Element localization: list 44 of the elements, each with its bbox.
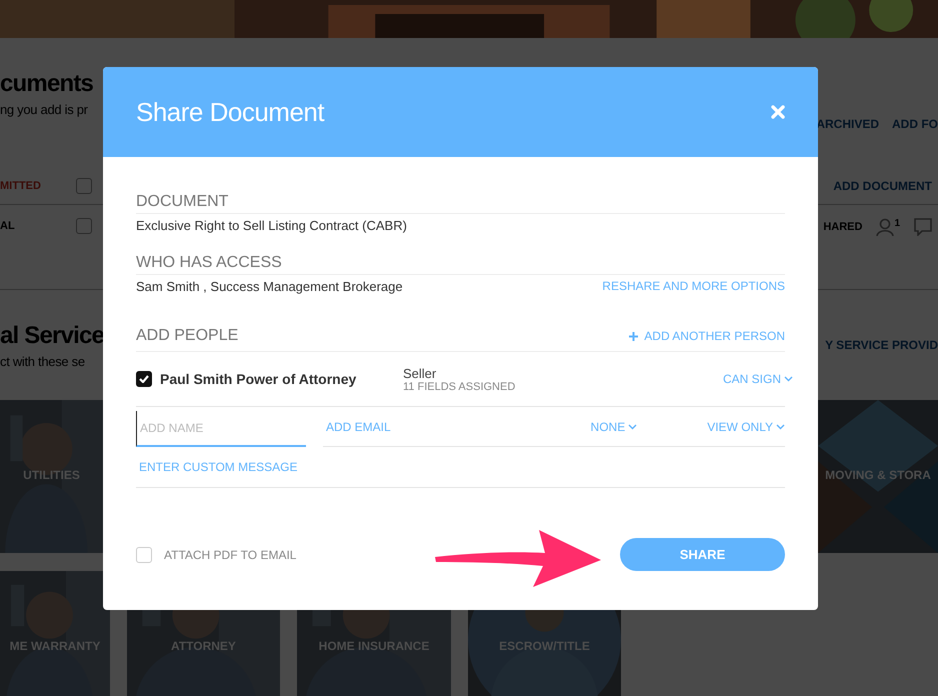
share-button[interactable]: SHARE bbox=[620, 538, 785, 571]
custom-message-link[interactable]: ENTER CUSTOM MESSAGE bbox=[139, 460, 298, 474]
role-dropdown[interactable]: NONE bbox=[590, 407, 708, 447]
section-subtitle: ng you add is pr bbox=[0, 101, 89, 119]
link[interactable]: ARCHIVED bbox=[816, 117, 879, 131]
link[interactable]: Y SERVICE PROVID bbox=[825, 338, 938, 400]
plus-icon bbox=[629, 332, 638, 340]
section-heading: cuments bbox=[0, 69, 94, 99]
status-label: MITTED bbox=[0, 180, 42, 192]
role-label: Seller bbox=[403, 366, 438, 380]
section-heading: al Service bbox=[0, 321, 104, 351]
status-label: AL bbox=[0, 220, 16, 232]
reshare-link[interactable]: RESHARE AND MORE OPTIONS bbox=[602, 279, 785, 293]
tile-label[interactable]: MOVING & STORA bbox=[818, 468, 938, 482]
permission-dropdown[interactable]: VIEW ONLY bbox=[707, 407, 785, 447]
arrow-icon bbox=[433, 527, 603, 589]
section-subtitle: ct with these se bbox=[0, 353, 86, 371]
section-label: DOCUMENT bbox=[136, 191, 785, 214]
person-name: Paul Smith Power of Attorney bbox=[160, 371, 356, 387]
user-icon bbox=[876, 218, 894, 236]
shared-label: HARED bbox=[823, 221, 862, 233]
section-label: WHO HAS ACCESS bbox=[136, 252, 785, 275]
dialog-title: Share Document bbox=[136, 96, 324, 128]
caret-icon bbox=[776, 424, 785, 430]
fields-count: 11 FIELDS ASSIGNED bbox=[403, 380, 516, 392]
checkbox[interactable] bbox=[76, 218, 92, 234]
checkbox[interactable] bbox=[76, 178, 92, 194]
user-count[interactable]: 1 bbox=[876, 218, 900, 236]
close-icon[interactable] bbox=[771, 105, 785, 119]
comment-icon[interactable] bbox=[914, 218, 932, 236]
caret-icon bbox=[628, 424, 638, 430]
checkbox-label: ATTACH PDF TO EMAIL bbox=[164, 548, 296, 562]
checkbox[interactable] bbox=[136, 371, 152, 387]
name-field[interactable]: ADD NAME bbox=[136, 411, 306, 447]
section-label: ADD PEOPLE bbox=[136, 326, 238, 346]
check-icon bbox=[139, 375, 149, 383]
link[interactable]: ADD FO bbox=[892, 117, 938, 131]
add-document-link[interactable]: ADD DOCUMENT bbox=[833, 178, 932, 192]
caret-icon bbox=[784, 376, 793, 382]
add-person-link[interactable]: ADD ANOTHER PERSON bbox=[629, 329, 785, 343]
field-value: Sam Smith , Success Management Brokerage bbox=[136, 278, 403, 294]
field-value: Exclusive Right to Sell Listing Contract (CABR) bbox=[136, 218, 407, 232]
count-label: 1 bbox=[894, 218, 900, 229]
permission-dropdown[interactable]: CAN SIGN bbox=[722, 372, 793, 386]
